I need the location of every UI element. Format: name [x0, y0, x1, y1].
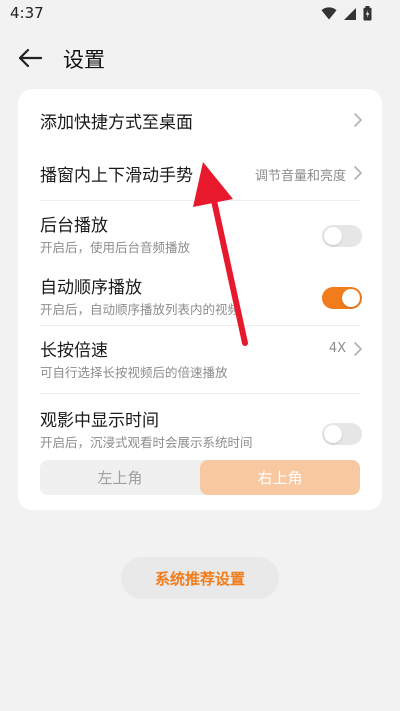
- setting-show-time[interactable]: 观影中显示时间 开启后，沉浸式观看时会展示系统时间: [18, 394, 382, 456]
- setting-auto-play[interactable]: 自动顺序播放 开启后，自动顺序播放列表内的视频: [18, 263, 382, 323]
- setting-subtitle: 开启后，沉浸式观看时会展示系统时间: [40, 435, 253, 450]
- setting-title: 长按倍速: [40, 341, 108, 361]
- setting-title: 播窗内上下滑动手势: [40, 166, 193, 186]
- setting-title: 后台播放: [40, 216, 108, 236]
- signal-icon: [344, 7, 356, 20]
- setting-desktop-shortcut[interactable]: 添加快捷方式至桌面: [18, 89, 382, 151]
- setting-title: 观影中显示时间: [40, 411, 159, 431]
- setting-subtitle: 开启后，使用后台音频播放: [40, 240, 191, 255]
- setting-title: 自动顺序播放: [40, 278, 142, 298]
- setting-value: 4X: [328, 341, 346, 356]
- setting-subtitle: 开启后，自动顺序播放列表内的视频: [40, 302, 241, 317]
- recommended-settings-button[interactable]: 系统推荐设置: [121, 557, 279, 599]
- setting-subtitle: 可自行选择长按视频后的倍速播放: [40, 365, 228, 380]
- chevron-right-icon: [354, 342, 362, 356]
- auto-play-toggle[interactable]: [322, 287, 362, 309]
- position-top-right[interactable]: 右上角: [200, 460, 360, 495]
- setting-long-press-speed[interactable]: 长按倍速 可自行选择长按视频后的倍速播放 4X: [18, 326, 382, 388]
- battery-icon: [363, 6, 372, 21]
- position-top-left[interactable]: 左上角: [40, 460, 200, 495]
- setting-background-play[interactable]: 后台播放 开启后，使用后台音频播放: [18, 201, 382, 263]
- header: 设置: [0, 36, 400, 80]
- page-title: 设置: [63, 48, 105, 72]
- settings-card: 添加快捷方式至桌面 播窗内上下滑动手势 调节音量和亮度 后台播放 开启后，使用后…: [18, 89, 382, 510]
- background-play-toggle[interactable]: [322, 225, 362, 247]
- toggle-knob: [324, 227, 342, 245]
- status-icons: [321, 6, 372, 21]
- toggle-knob: [342, 289, 360, 307]
- status-time: 4:37: [10, 4, 44, 22]
- wifi-icon: [321, 7, 337, 20]
- back-button[interactable]: [14, 44, 46, 72]
- arrow-left-icon: [18, 48, 43, 68]
- setting-swipe-gesture[interactable]: 播窗内上下滑动手势 调节音量和亮度: [18, 151, 382, 203]
- chevron-right-icon: [354, 113, 362, 127]
- chevron-right-icon: [354, 166, 362, 180]
- time-position-selector: 左上角 右上角: [40, 460, 360, 495]
- setting-title: 添加快捷方式至桌面: [40, 113, 193, 133]
- status-bar: 4:37: [0, 0, 400, 28]
- show-time-toggle[interactable]: [322, 423, 362, 445]
- setting-value: 调节音量和亮度: [254, 169, 346, 184]
- toggle-knob: [324, 425, 342, 443]
